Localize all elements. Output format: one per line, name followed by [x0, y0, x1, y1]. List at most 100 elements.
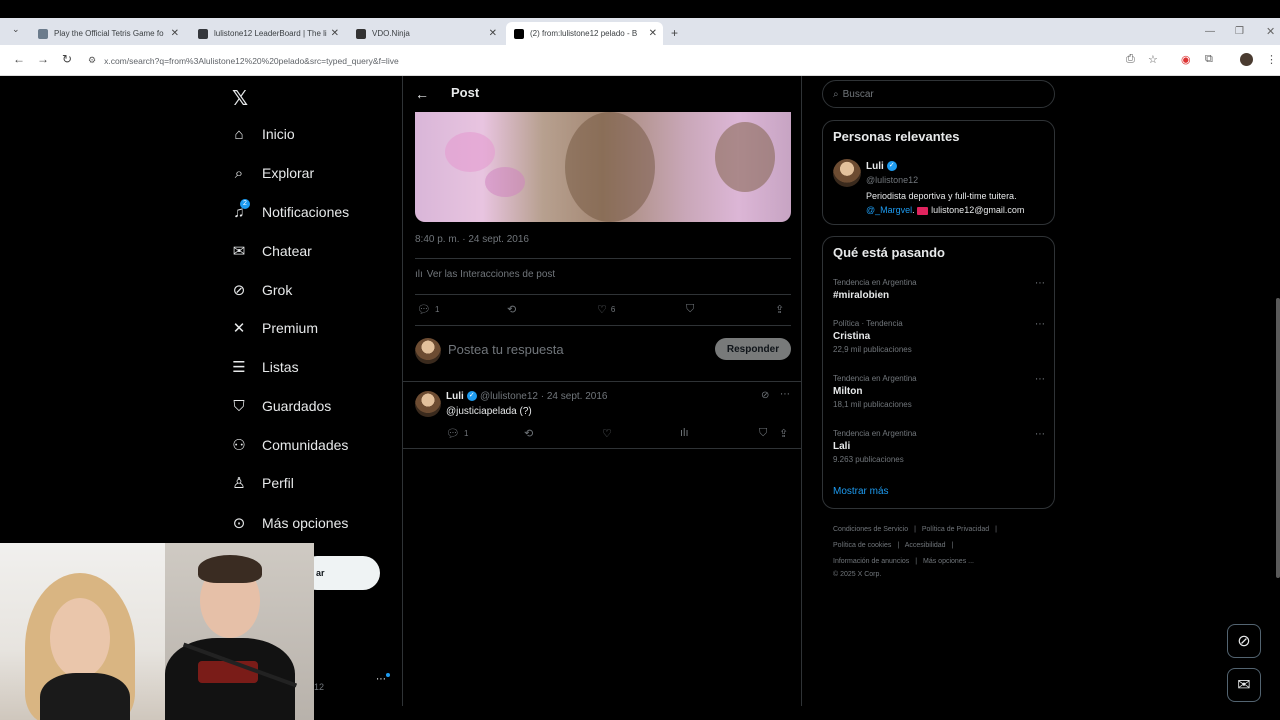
close-tab-icon[interactable]: ✕ — [331, 28, 339, 39]
site-info-icon[interactable]: ⚙ — [88, 55, 96, 66]
tab-list-chevron-icon[interactable]: ⌄ — [12, 24, 20, 35]
person-name[interactable]: Luli ✓ — [866, 161, 897, 172]
footer-more-options-link[interactable]: Más opciones ... — [923, 558, 974, 565]
account-handle-partial[interactable]: 12 — [314, 682, 324, 692]
trend-more-icon[interactable]: ⋯ — [1035, 429, 1045, 440]
reply-count: 1 — [434, 305, 440, 314]
relevant-people-card: Personas relevantes Luli ✓ @lulistone12 P… — [822, 120, 1055, 225]
trend-context: Tendencia en Argentina — [833, 429, 917, 438]
footer-privacy-link[interactable]: Política de Privacidad — [922, 526, 989, 533]
trend-name: Cristina — [833, 331, 871, 342]
reply-like-action[interactable]: ♡ — [602, 427, 612, 440]
trend-more-icon[interactable]: ⋯ — [1035, 319, 1045, 330]
post-header: ← Post — [403, 76, 801, 112]
more-options-icon: ⊙ — [232, 515, 246, 532]
nav-item-explorar[interactable]: ⌕ Explorar — [230, 158, 314, 188]
reply-action[interactable]: 💬︎ 1 — [417, 303, 439, 316]
grok-fab-icon[interactable]: ⊘ — [1227, 624, 1261, 658]
bookmark-star-icon[interactable]: ☆ — [1148, 53, 1158, 66]
reply-share-action[interactable]: ⇪ — [779, 427, 788, 440]
reply-input[interactable]: Postea tu respuesta — [448, 342, 564, 357]
person-bio: Periodista deportiva y full-time tuitera… — [866, 191, 1017, 201]
reply-avatar[interactable] — [415, 391, 441, 417]
trend-item[interactable]: Tendencia en Argentina Lali 9.263 public… — [833, 429, 1045, 464]
image-detail — [485, 167, 525, 197]
nav-item-chatear[interactable]: ✉ Chatear — [230, 236, 312, 266]
footer-cookies-link[interactable]: Política de cookies — [833, 542, 891, 549]
reply-author[interactable]: Luli ✓ — [446, 391, 477, 402]
reply-handle-date[interactable]: @lulistone12 · 24 sept. 2016 — [480, 391, 607, 402]
trend-item[interactable]: Política · Tendencia Cristina 22,9 mil p… — [833, 319, 1045, 354]
close-tab-icon[interactable]: ✕ — [171, 28, 179, 39]
repost-action[interactable]: ⟲ — [507, 303, 516, 316]
nav-item-inicio[interactable]: ⌂ Inicio — [230, 119, 295, 149]
grok-icon[interactable]: ⊘ — [761, 390, 769, 401]
reply-repost-action[interactable]: ⟲ — [524, 427, 533, 440]
address-bar[interactable]: ⚙ x.com/search?q=from%3Alulistone12%20%2… — [88, 49, 1118, 72]
trend-context: Tendencia en Argentina — [833, 278, 917, 287]
nav-label: Notificaciones — [262, 204, 350, 220]
account-menu-icon[interactable]: ⋯ — [376, 674, 386, 685]
post-image[interactable] — [415, 112, 791, 222]
list-icon: ☰ — [232, 359, 246, 376]
reply-bookmark-action[interactable]: ⛉ — [759, 427, 767, 440]
tab-tetris[interactable]: Play the Official Tetris Game fo ✕ — [30, 22, 185, 45]
nav-item-comunidades[interactable]: ⚇ Comunidades — [230, 430, 348, 460]
nav-item-notificaciones[interactable]: ♫ 2 Notificaciones — [230, 197, 349, 227]
analytics-icon: ılı — [680, 427, 689, 439]
reply-button[interactable]: Responder — [715, 338, 791, 360]
reply-reply-action[interactable]: 💬︎ 1 — [446, 427, 468, 440]
vdoninja-favicon-icon — [356, 28, 366, 39]
footer-terms-link[interactable]: Condiciones de Servicio — [833, 526, 908, 533]
bio-mention-link[interactable]: @_Margvel — [866, 205, 912, 215]
person-avatar[interactable] — [833, 159, 861, 187]
post-timestamp[interactable]: 8:40 p. m. · 24 sept. 2016 — [415, 234, 529, 245]
nav-item-mas-opciones[interactable]: ⊙ Más opciones — [230, 508, 349, 538]
install-app-icon[interactable]: ⎙ — [1126, 53, 1135, 66]
webcam-person-right-hair — [198, 555, 262, 583]
nav-item-grok[interactable]: ⊘ Grok — [230, 275, 293, 305]
profile-avatar[interactable] — [1240, 53, 1253, 66]
nav-item-premium[interactable]: ✕ Premium — [230, 313, 318, 343]
tab-leaderboard[interactable]: lulistone12 LeaderBoard | The li ✕ — [190, 22, 345, 45]
forward-icon[interactable]: → — [35, 52, 51, 66]
reload-icon[interactable]: ↻ — [59, 52, 75, 66]
share-action[interactable]: ⇪ — [775, 303, 784, 316]
nav-item-guardados[interactable]: ⛉ Guardados — [230, 391, 331, 421]
extension-record-icon[interactable]: ◉ — [1181, 53, 1191, 66]
tab-x-search[interactable]: (2) from:lulistone12 pelado - B ✕ — [506, 22, 663, 45]
bookmark-action[interactable]: ⛉ — [686, 303, 694, 316]
browser-menu-icon[interactable]: ⋮ — [1266, 53, 1277, 66]
person-handle[interactable]: @lulistone12 — [866, 175, 918, 185]
more-icon[interactable]: ⋯ — [780, 389, 790, 400]
close-tab-icon[interactable]: ✕ — [489, 28, 497, 39]
extensions-puzzle-icon[interactable]: ⧉ — [1205, 53, 1213, 66]
trend-more-icon[interactable]: ⋯ — [1035, 278, 1045, 289]
trend-item[interactable]: Tendencia en Argentina #miralobien ⋯ — [833, 278, 1045, 301]
close-tab-icon[interactable]: ✕ — [649, 28, 657, 39]
nav-item-perfil[interactable]: ♙ Perfil — [230, 468, 294, 498]
card-title: Personas relevantes — [833, 129, 960, 144]
trend-item[interactable]: Tendencia en Argentina Milton 18,1 mil p… — [833, 374, 1045, 409]
new-tab-button[interactable]: + — [671, 26, 678, 40]
footer-accessibility-link[interactable]: Accesibilidad — [905, 542, 946, 549]
messages-fab-icon[interactable]: ✉ — [1227, 668, 1261, 702]
like-action[interactable]: ♡ 6 — [597, 303, 615, 316]
reply-views-action[interactable]: ılı — [680, 427, 689, 439]
post-interactions-link[interactable]: ılı Ver las Interacciones de post — [415, 269, 555, 280]
tab-vdoninja[interactable]: VDO.Ninja ✕ — [348, 22, 503, 45]
back-arrow-icon[interactable]: ← — [415, 86, 429, 102]
my-avatar[interactable] — [415, 338, 441, 364]
maximize-icon[interactable]: ❐ — [1235, 26, 1244, 37]
show-more-link[interactable]: Mostrar más — [833, 486, 889, 497]
back-icon[interactable]: ← — [11, 52, 27, 66]
page-scrollbar[interactable] — [1276, 298, 1280, 578]
x-logo-icon[interactable]: 𝕏 — [232, 86, 248, 111]
close-window-icon[interactable]: ✕ — [1266, 25, 1275, 38]
minimize-icon[interactable]: — — [1205, 26, 1215, 37]
trend-more-icon[interactable]: ⋯ — [1035, 374, 1045, 385]
footer-ads-info-link[interactable]: Información de anuncios — [833, 558, 909, 565]
search-input[interactable]: ⌕ Buscar — [822, 80, 1055, 108]
nav-item-listas[interactable]: ☰ Listas — [230, 352, 298, 382]
nav-label: Inicio — [262, 126, 295, 142]
